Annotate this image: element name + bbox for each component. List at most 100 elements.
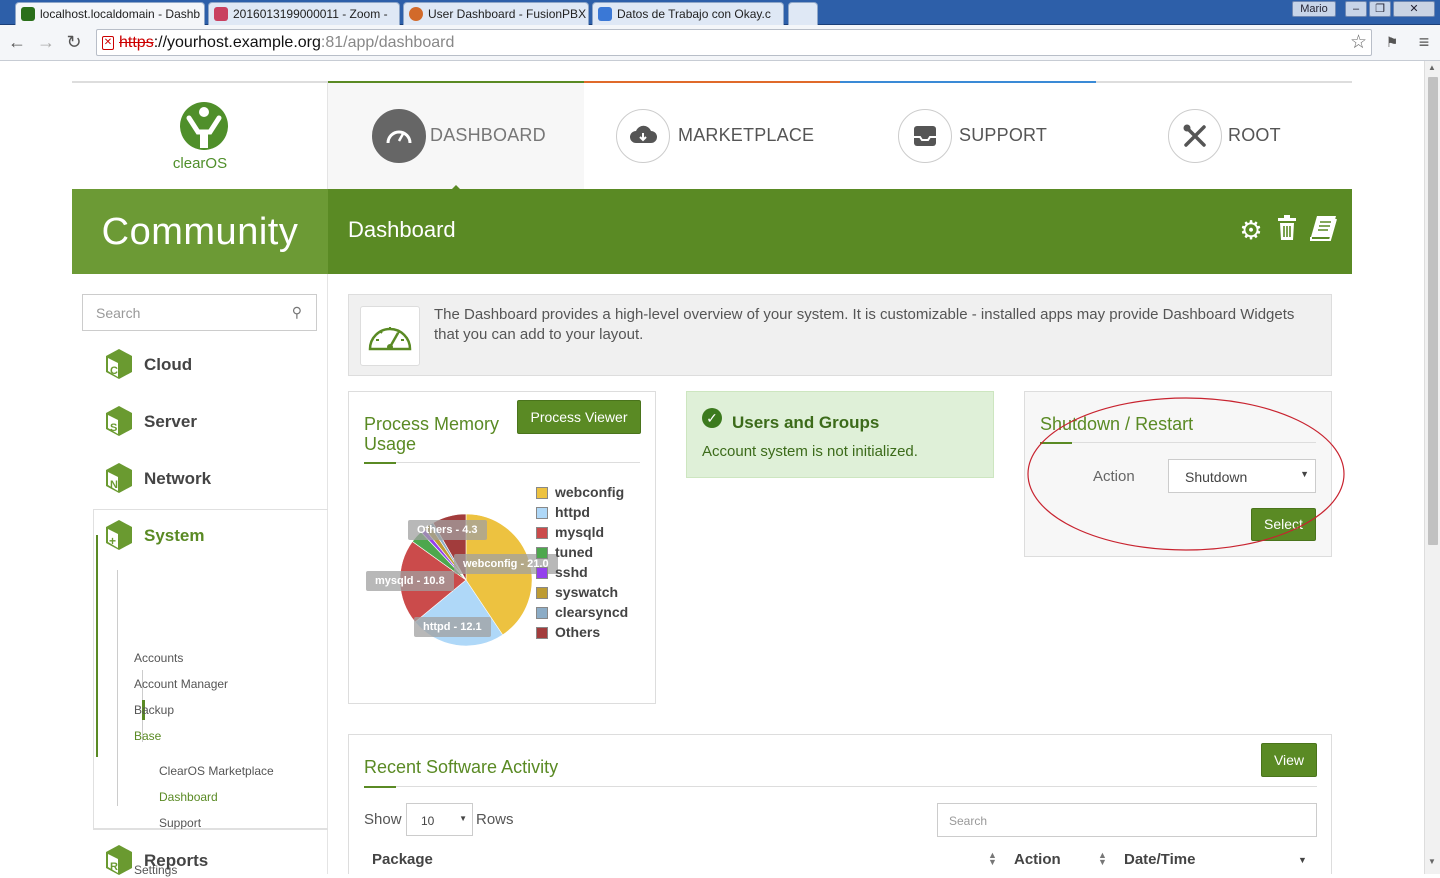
column-header-datetime[interactable]: Date/Time ▼ <box>1124 851 1314 868</box>
restore-icon[interactable]: ❐ <box>1369 1 1391 17</box>
column-header-action[interactable]: Action ▲ ▼ <box>1014 850 1114 869</box>
cube-r-icon: R <box>106 845 132 875</box>
show-label: Show <box>364 811 402 828</box>
clearos-logo[interactable]: clearOS <box>72 83 328 191</box>
inbox-icon <box>898 109 952 163</box>
nav-marketplace[interactable]: MARKETPLACE <box>584 83 840 191</box>
view-button[interactable]: View <box>1261 743 1317 777</box>
pie-slice-label: Others - 4.3 <box>408 520 487 540</box>
scrollbar-thumb[interactable] <box>1428 77 1438 545</box>
browser-tab-active[interactable]: localhost.localdomain - Dashb <box>15 2 205 25</box>
tab-label: Datos de Trabajo con Okay.c <box>617 7 771 21</box>
browser-tab[interactable]: 2016013199000011 - Zoom - <box>208 2 400 25</box>
search-placeholder: Search <box>96 305 141 321</box>
sidebar-item-dashboard[interactable]: Dashboard <box>159 790 218 804</box>
column-header-label: Package <box>372 851 433 868</box>
svg-text:C: C <box>110 365 118 377</box>
process-memory-widget: Process Memory Usage Process Viewer webc… <box>348 391 656 704</box>
nav-support[interactable]: SUPPORT <box>840 83 1096 191</box>
scroll-up-arrow[interactable]: ▲ <box>1428 63 1436 72</box>
pie-slice-label: mysqld - 10.8 <box>366 571 454 591</box>
nav-root[interactable]: ROOT <box>1096 83 1352 191</box>
widget-title-underline <box>364 462 640 464</box>
sidebar-category-label: Cloud <box>144 355 193 374</box>
check-circle-icon: ✓ <box>702 408 722 428</box>
new-tab-button[interactable] <box>788 2 818 25</box>
system-accent-line <box>96 535 98 757</box>
docs-favicon <box>598 7 612 21</box>
svg-text:N: N <box>110 479 118 491</box>
insecure-icon: ✕ <box>102 36 114 50</box>
sidebar-item-support[interactable]: Support <box>159 816 201 830</box>
menu-icon[interactable]: ≡ <box>1413 31 1435 53</box>
legend-swatch <box>536 507 548 519</box>
zoom-favicon <box>214 7 228 21</box>
fusionpbx-favicon <box>409 7 423 21</box>
sort-icon: ▲ ▼ <box>1098 850 1107 867</box>
url-path: /app/dashboard <box>343 34 455 51</box>
page-title: Dashboard <box>348 217 456 242</box>
gauge-icon <box>372 109 426 163</box>
minimize-icon[interactable]: – <box>1345 1 1367 17</box>
search-icon[interactable]: ⚲ <box>292 304 302 321</box>
browser-tab[interactable]: User Dashboard - FusionPBX <box>403 2 589 25</box>
legend-swatch <box>536 607 548 619</box>
sidebar-item-backup[interactable]: Backup <box>134 703 174 717</box>
cube-c-icon: C <box>106 349 132 379</box>
tab-label: User Dashboard - FusionPBX <box>428 7 587 21</box>
legend-swatch <box>536 587 548 599</box>
page-title-bar: Community Dashboard ⚙ <box>72 189 1352 274</box>
widget-title: Process Memory Usage <box>364 414 500 454</box>
sidebar-item-base[interactable]: Base <box>134 729 161 743</box>
reload-icon[interactable]: ↻ <box>63 31 85 53</box>
browser-tab[interactable]: Datos de Trabajo con Okay.c <box>592 2 784 25</box>
address-bar[interactable]: ✕ https://yourhost.example.org:81/app/da… <box>96 29 1372 56</box>
gear-icon[interactable]: ⚙ <box>1236 215 1266 245</box>
cube-n-icon: N <box>106 463 132 493</box>
close-icon[interactable]: ✕ <box>1393 1 1435 17</box>
clearos-favicon <box>21 7 35 21</box>
sidebar-item-accounts[interactable]: Accounts <box>134 651 183 665</box>
nav-label: SUPPORT <box>959 125 1048 145</box>
trash-icon[interactable] <box>1272 215 1302 245</box>
rows-label: Rows <box>476 811 514 828</box>
extension-icon[interactable]: ⚑ <box>1381 31 1403 53</box>
forward-icon[interactable]: → <box>35 31 57 53</box>
process-viewer-button[interactable]: Process Viewer <box>517 400 641 434</box>
sidebar-category-label: System <box>144 526 205 545</box>
clearos-page: clearOS DASHBOARD MARKETPLACE SUPPORT RO… <box>72 81 1352 877</box>
sidebar-item-clearos-marketplace[interactable]: ClearOS Marketplace <box>159 764 274 778</box>
page-scrollbar[interactable]: ▲ ▼ <box>1424 61 1440 874</box>
legend-label: httpd <box>555 504 590 520</box>
tab-label: 2016013199000011 - Zoom - <box>233 7 388 21</box>
reports-separator <box>93 829 328 830</box>
users-groups-widget: ✓ Users and Groups Account system is not… <box>686 391 994 478</box>
url-host: ://yourhost.example.org <box>153 34 321 51</box>
legend-label: sshd <box>555 564 588 580</box>
rows-select[interactable]: 10 ▼ <box>406 803 473 836</box>
legend-swatch <box>536 547 548 559</box>
svg-text:R: R <box>110 861 118 873</box>
bookmark-star-icon[interactable]: ☆ <box>1350 30 1367 55</box>
tools-icon <box>1168 109 1222 163</box>
activity-search-input[interactable]: Search <box>937 803 1317 837</box>
tab-label: localhost.localdomain - Dashb <box>40 7 201 21</box>
legend-label: Others <box>555 624 601 640</box>
clearos-logo-icon <box>180 102 228 150</box>
nav-dashboard[interactable]: DASHBOARD <box>328 83 584 191</box>
sort-icon: ▲ ▼ <box>988 850 997 867</box>
sidebar-item-account-manager[interactable]: Account Manager <box>134 677 228 691</box>
back-icon[interactable]: ← <box>6 31 28 53</box>
tree-line <box>117 570 118 806</box>
book-icon[interactable] <box>1308 215 1338 245</box>
cloud-download-icon <box>616 109 670 163</box>
legend-label: clearsyncd <box>555 604 629 620</box>
sidebar-search-input[interactable]: Search ⚲ <box>82 294 317 331</box>
sidebar-category-label: Network <box>144 469 212 488</box>
scroll-down-arrow[interactable]: ▼ <box>1428 857 1436 866</box>
edition-label: Community <box>72 189 328 274</box>
profile-button[interactable]: Mario <box>1292 1 1336 17</box>
legend-label: tuned <box>555 544 594 560</box>
search-placeholder: Search <box>949 814 988 828</box>
column-header-package[interactable]: Package ▲ ▼ <box>372 850 1002 869</box>
